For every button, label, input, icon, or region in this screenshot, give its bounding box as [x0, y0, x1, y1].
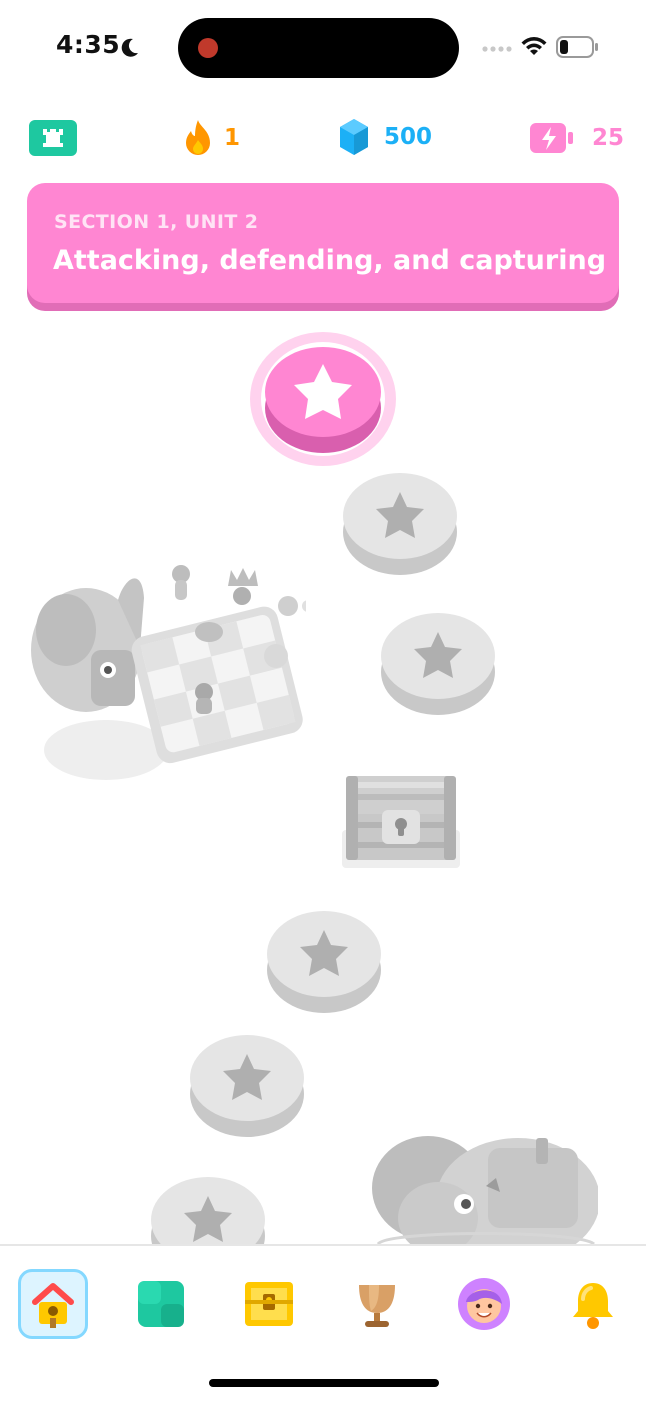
cellular-signal-icon: [482, 46, 512, 52]
streak-count: 1: [224, 125, 241, 151]
recording-indicator-icon: [198, 38, 218, 58]
tab-home[interactable]: [18, 1269, 88, 1339]
flame-icon: [186, 120, 210, 155]
energy-count: 25: [592, 125, 625, 151]
moon-icon: [121, 38, 138, 57]
tab-leaderboard[interactable]: [342, 1269, 412, 1339]
lesson-node-active[interactable]: [249, 330, 397, 468]
tab-notifications[interactable]: [558, 1269, 628, 1339]
battery-icon: [556, 36, 598, 58]
section-label: SECTION 1, UNIT 2: [54, 211, 259, 233]
dynamic-island: [178, 18, 459, 78]
energy-battery-icon: [530, 123, 573, 153]
energy-counter[interactable]: 25: [530, 123, 624, 153]
treasure-chest-node[interactable]: [342, 770, 460, 868]
bell-icon: [573, 1283, 613, 1329]
wifi-icon: [521, 37, 547, 55]
character-reading-illustration: [372, 1136, 598, 1244]
trophy-icon: [359, 1285, 395, 1327]
chess-character-illustration: [31, 565, 306, 780]
chess-course-flag-icon: [29, 120, 77, 156]
course-selector-button[interactable]: [29, 120, 77, 160]
treasure-chest-icon: [342, 776, 460, 868]
gems-count: 500: [384, 124, 433, 150]
home-indicator[interactable]: [209, 1379, 439, 1387]
lesson-node-locked-3[interactable]: [266, 908, 382, 1014]
lesson-node-locked-5[interactable]: [150, 1174, 266, 1244]
treasure-chest-icon: [245, 1282, 293, 1326]
tab-profile[interactable]: [449, 1269, 519, 1339]
streak-counter[interactable]: 1: [182, 118, 240, 158]
home-icon: [32, 1283, 74, 1328]
unit-banner[interactable]: [27, 183, 619, 303]
lesson-node-locked-4[interactable]: [189, 1032, 305, 1138]
unit-title: Attacking, defending, and capturing: [53, 245, 607, 276]
lesson-node-locked-1[interactable]: [342, 470, 458, 576]
gems-counter[interactable]: 500: [338, 118, 432, 156]
tab-quests[interactable]: [234, 1269, 304, 1339]
status-time: 4:35: [56, 30, 121, 59]
tab-practice[interactable]: [126, 1269, 196, 1339]
avatar-icon: [458, 1278, 510, 1330]
practice-grid-icon: [138, 1281, 184, 1327]
lesson-node-locked-2[interactable]: [380, 610, 496, 716]
gem-icon: [340, 119, 368, 155]
